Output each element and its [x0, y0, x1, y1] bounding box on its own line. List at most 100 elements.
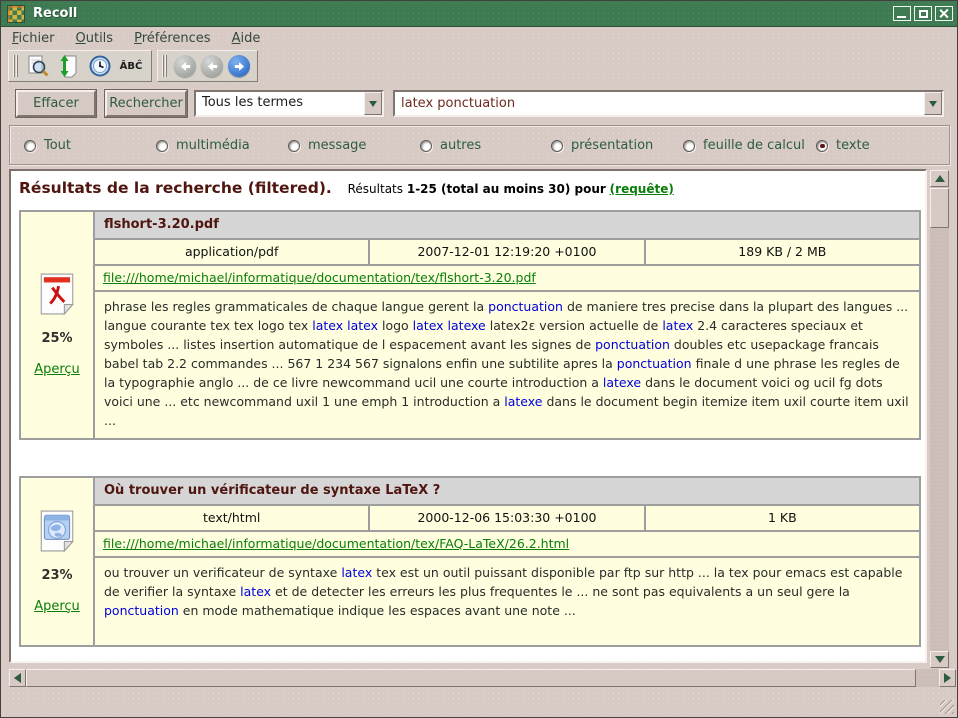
- search-button[interactable]: Rechercher: [105, 90, 187, 117]
- filter-radio-presentation[interactable]: présentation: [551, 138, 653, 153]
- scroll-down-button[interactable]: [930, 651, 949, 668]
- preview-link[interactable]: Aperçu: [34, 599, 80, 614]
- search-mode-value: Tous les termes: [196, 92, 364, 115]
- result-mime: application/pdf: [95, 240, 368, 264]
- filter-radio-message[interactable]: message: [288, 138, 366, 153]
- result-side-panel: 25% Aperçu: [21, 212, 93, 438]
- filter-label: multimédia: [176, 138, 250, 153]
- filter-radio-multimedia[interactable]: multimédia: [156, 138, 250, 153]
- menu-item-aide[interactable]: Aide: [232, 31, 261, 46]
- arrow-right-icon: [234, 61, 245, 72]
- resize-grip[interactable]: [940, 700, 954, 714]
- result-mime: text/html: [95, 506, 368, 530]
- filter-category-panel: Tout multimédia message autres présentat…: [9, 125, 950, 165]
- next-page-button[interactable]: [228, 55, 250, 77]
- scroll-up-button[interactable]: [930, 170, 949, 187]
- radio-icon: [683, 140, 695, 152]
- result-size: 1 KB: [646, 506, 919, 530]
- filter-radio-texte[interactable]: texte: [816, 138, 870, 153]
- scroll-left-button[interactable]: [9, 669, 26, 687]
- query-combobox[interactable]: [393, 90, 944, 117]
- arrow-left-icon: [180, 61, 191, 72]
- arrow-right-icon: [944, 673, 951, 683]
- query-link[interactable]: (requête): [610, 182, 674, 196]
- result-title: Où trouver un vérificateur de syntaxe La…: [95, 478, 919, 504]
- clear-button[interactable]: Effacer: [16, 90, 96, 117]
- preview-link[interactable]: Aperçu: [34, 362, 80, 377]
- app-icon: [7, 5, 25, 23]
- toolbar-grip[interactable]: [13, 55, 18, 77]
- search-mode-dropdown-button[interactable]: [364, 92, 382, 115]
- menu-item-preferences[interactable]: Préférences: [134, 31, 210, 46]
- close-button[interactable]: [935, 6, 953, 21]
- document-search-icon-button[interactable]: [25, 53, 51, 79]
- recoll-window: Recoll Fichier Outils Préférences Aide: [0, 0, 958, 718]
- query-history-dropdown-button[interactable]: [924, 92, 942, 115]
- html-icon: [39, 510, 75, 552]
- result-item: 23% Aperçu Où trouver un vérificateur de…: [19, 476, 921, 647]
- horizontal-scroll-thumb[interactable]: [26, 669, 916, 687]
- maximize-button[interactable]: [914, 6, 932, 21]
- results-range: 1-25 (total au moins 30) pour: [407, 182, 606, 196]
- filter-radio-tout[interactable]: Tout: [24, 138, 71, 153]
- horizontal-scrollbar[interactable]: [9, 669, 956, 687]
- first-page-button[interactable]: [174, 55, 196, 77]
- result-date: 2000-12-06 15:03:30 +0100: [370, 506, 643, 530]
- radio-icon: [551, 140, 563, 152]
- maximize-icon: [919, 10, 928, 18]
- result-date: 2007-12-01 12:19:20 +0100: [370, 240, 643, 264]
- filter-label: Tout: [44, 138, 71, 153]
- result-meta-row: application/pdf 2007-12-01 12:19:20 +010…: [95, 240, 919, 264]
- result-size: 189 KB / 2 MB: [646, 240, 919, 264]
- result-snippet: phrase les regles grammaticales de chaqu…: [95, 292, 919, 438]
- close-icon: [939, 8, 950, 19]
- pdf-icon: [39, 273, 75, 315]
- toolbar-grip[interactable]: [162, 55, 167, 77]
- minimize-icon: [897, 16, 906, 18]
- results-area: Résultats de la recherche (filtered). Ré…: [9, 169, 927, 663]
- chevron-down-icon: [369, 101, 377, 107]
- window-titlebar[interactable]: Recoll: [1, 1, 957, 27]
- scroll-right-button[interactable]: [939, 669, 956, 687]
- filter-label: autres: [440, 138, 481, 153]
- relevance-percent: 25%: [41, 331, 72, 346]
- history-icon-button[interactable]: [87, 53, 113, 79]
- result-url-row: file:///home/michael/informatique/docume…: [95, 532, 919, 556]
- search-input[interactable]: [395, 92, 924, 115]
- document-search-icon: [26, 54, 50, 78]
- vertical-scroll-thumb[interactable]: [930, 188, 949, 228]
- filter-label: présentation: [571, 138, 653, 153]
- result-item: 25% Aperçu flshort-3.20.pdf application/…: [19, 210, 921, 440]
- chevron-down-icon: [929, 101, 937, 107]
- menu-item-outils[interactable]: Outils: [76, 31, 114, 46]
- result-meta-row: text/html 2000-12-06 15:03:30 +0100 1 KB: [95, 506, 919, 530]
- results-header: Résultats de la recherche (filtered). Ré…: [19, 179, 921, 197]
- filter-radio-feuille-de-calcul[interactable]: feuille de calcul: [683, 138, 805, 153]
- radio-icon: [24, 140, 36, 152]
- toolbar-group-tools: ÂBĈ: [8, 50, 152, 82]
- arrow-left-icon: [14, 673, 21, 683]
- minimize-button[interactable]: [893, 6, 911, 21]
- toolbar: ÂBĈ: [8, 50, 258, 82]
- arrow-left-icon: [207, 61, 218, 72]
- filter-radio-autres[interactable]: autres: [420, 138, 481, 153]
- results-word: Résultats: [348, 182, 403, 196]
- previous-page-button[interactable]: [201, 55, 223, 77]
- filter-label: message: [308, 138, 366, 153]
- result-url-link[interactable]: file:///home/michael/informatique/docume…: [103, 536, 569, 551]
- arrow-down-icon: [935, 656, 945, 663]
- result-url-link[interactable]: file:///home/michael/informatique/docume…: [103, 270, 536, 285]
- vertical-scrollbar[interactable]: [930, 170, 949, 668]
- sort-parameters-icon-button[interactable]: [56, 53, 82, 79]
- radio-icon: [156, 140, 168, 152]
- arrow-up-icon: [935, 175, 945, 182]
- sort-parameters-icon: [57, 54, 81, 78]
- search-mode-select[interactable]: Tous les termes: [194, 90, 384, 117]
- radio-icon: [420, 140, 432, 152]
- result-side-panel: 23% Aperçu: [21, 478, 93, 645]
- result-snippet: ou trouver un verificateur de syntaxe la…: [95, 558, 919, 645]
- toolbar-group-pages: [157, 50, 258, 82]
- term-explorer-icon-button[interactable]: ÂBĈ: [118, 53, 144, 79]
- menubar: Fichier Outils Préférences Aide: [1, 28, 957, 49]
- menu-item-fichier[interactable]: Fichier: [12, 31, 55, 46]
